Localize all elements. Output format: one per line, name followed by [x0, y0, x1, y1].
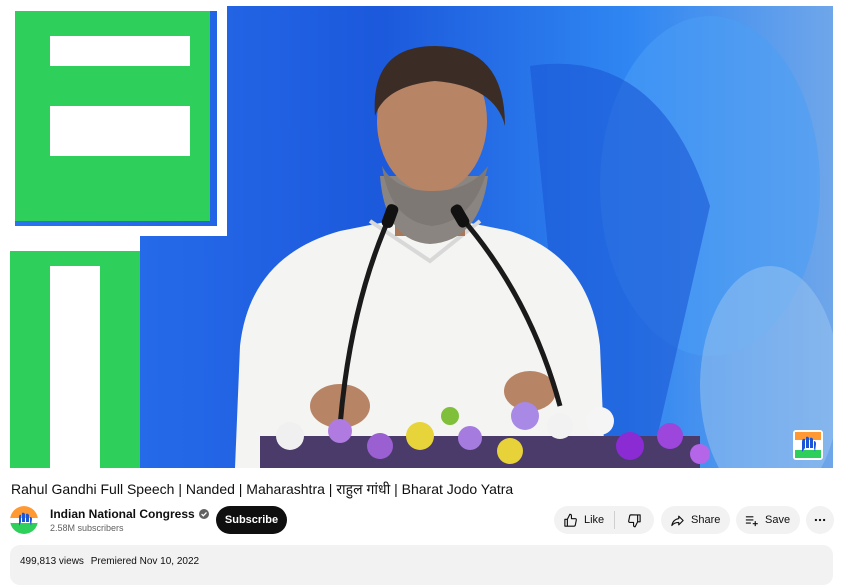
- channel-name-text[interactable]: Indian National Congress: [50, 507, 195, 521]
- view-count: 499,813 views: [20, 556, 84, 567]
- video-player[interactable]: [10, 6, 833, 468]
- dislike-button[interactable]: [615, 506, 653, 534]
- verified-check-icon: [198, 509, 209, 519]
- congress-watermark-logo: [793, 430, 823, 460]
- like-label: Like: [584, 514, 605, 526]
- like-button[interactable]: Like: [554, 506, 614, 534]
- video-frame: [10, 6, 833, 468]
- channel-row: Indian National Congress 2.58M subscribe…: [10, 504, 834, 538]
- share-label: Share: [691, 514, 721, 526]
- video-title: Rahul Gandhi Full Speech | Nanded | Maha…: [11, 481, 514, 497]
- subscribe-button[interactable]: Subscribe: [216, 506, 287, 534]
- share-arrow-icon: [671, 515, 684, 526]
- save-button[interactable]: Save: [736, 506, 800, 534]
- video-meta: 499,813 views Premiered Nov 10, 2022: [20, 556, 203, 567]
- thumbs-up-icon: [564, 513, 577, 527]
- more-actions-button[interactable]: [806, 506, 834, 534]
- share-button[interactable]: Share: [661, 506, 730, 534]
- subscriber-count: 2.58M subscribers: [50, 523, 124, 533]
- save-label: Save: [765, 514, 791, 526]
- channel-name[interactable]: Indian National Congress: [50, 507, 209, 521]
- channel-avatar[interactable]: [10, 506, 38, 534]
- more-horizontal-icon: [814, 518, 826, 522]
- save-playlist-add-icon: [745, 515, 758, 526]
- premiere-date: Premiered Nov 10, 2022: [90, 556, 200, 567]
- like-dislike-group: Like: [554, 506, 654, 534]
- description-box[interactable]: 499,813 views Premiered Nov 10, 2022: [10, 545, 833, 585]
- thumbs-down-icon: [627, 513, 641, 527]
